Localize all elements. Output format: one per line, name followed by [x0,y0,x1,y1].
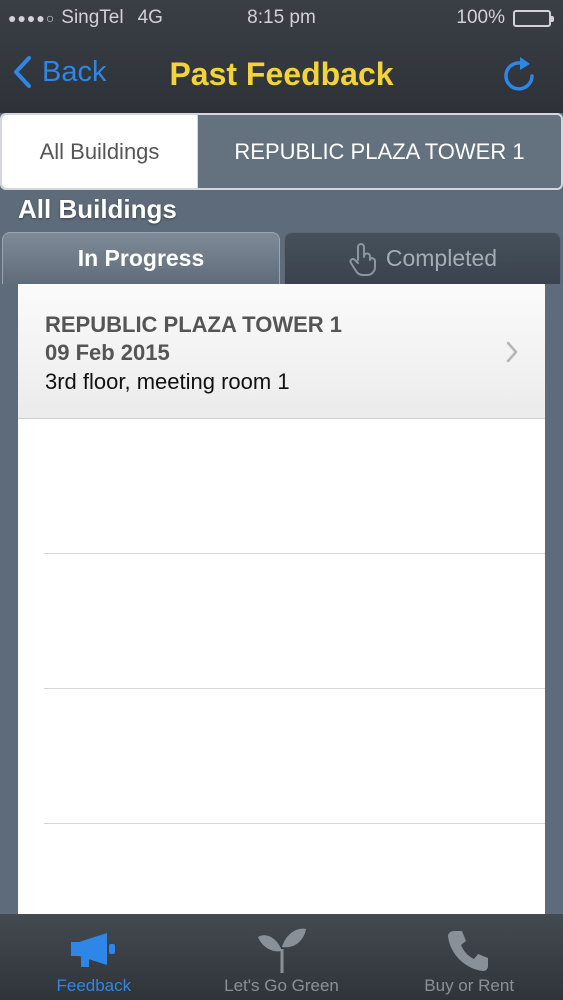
segment-all-buildings[interactable]: All Buildings [2,115,197,188]
sprout-icon [257,928,306,973]
tab-in-progress[interactable]: In Progress [2,232,280,284]
tab-completed[interactable]: Completed [284,232,561,284]
tabbar-label-feedback: Feedback [56,976,132,995]
empty-list-row [44,689,545,824]
feedback-list-item[interactable]: REPUBLIC PLAZA TOWER 1 09 Feb 2015 3rd f… [18,284,545,419]
refresh-button[interactable] [501,54,539,99]
phone-icon [448,931,489,971]
building-filter-segmented-control: All Buildings REPUBLIC PLAZA TOWER 1 [0,113,563,190]
tab-completed-label: Completed [385,245,498,271]
empty-list-row [44,419,545,554]
page-title: Past Feedback [169,56,394,92]
refresh-icon [504,57,534,91]
feedback-date: 09 Feb 2015 [45,340,170,365]
battery-percent: 100% [456,7,505,28]
tabbar-item-buy-or-rent[interactable]: Buy or Rent [375,914,563,1000]
status-bar: ●●●●○ SingTel 4G 8:15 pm 100% [0,0,563,36]
bottom-tab-bar: Feedback Let's Go Green Buy or Rent [0,914,563,1000]
battery-icon [513,9,554,27]
tab-in-progress-label: In Progress [77,245,205,271]
top-bar: ●●●●○ SingTel 4G 8:15 pm 100% Back Past … [0,0,563,113]
feedback-building: REPUBLIC PLAZA TOWER 1 [45,312,343,337]
tabbar-label-buy-or-rent: Buy or Rent [424,976,515,995]
tabbar-item-lets-go-green[interactable]: Let's Go Green [188,914,376,1000]
segment-republic-plaza-tower-1[interactable]: REPUBLIC PLAZA TOWER 1 [197,115,561,188]
hand-pointer-icon [349,242,376,276]
megaphone-icon [70,933,115,967]
empty-list-row [44,554,545,689]
feedback-list: REPUBLIC PLAZA TOWER 1 09 Feb 2015 3rd f… [18,284,545,914]
chevron-right-icon [506,341,518,363]
section-title: All Buildings [18,194,177,224]
navigation-bar: Back Past Feedback [0,42,563,108]
feedback-location: 3rd floor, meeting room 1 [45,369,290,394]
tabbar-label-lets-go-green: Let's Go Green [224,976,339,995]
tabbar-item-feedback[interactable]: Feedback [0,914,188,1000]
